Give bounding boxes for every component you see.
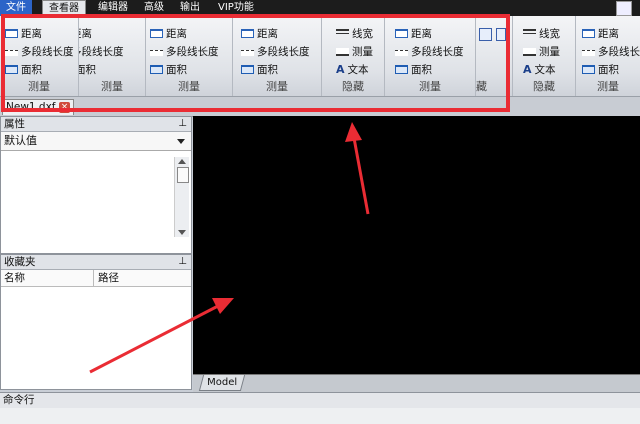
ribbon-group-hide-2: 线宽 测量 A 文本 隐藏 <box>513 16 576 96</box>
ribbon-group-measure-4: 距离 多段线长度 面积 测量 <box>233 16 322 96</box>
area-button[interactable]: 面积 <box>79 62 96 78</box>
area-button[interactable]: 面积 <box>150 62 187 78</box>
polyline-length-button[interactable]: 多段线长度 <box>241 44 310 60</box>
ribbon-group-measure-5: 距离 多段线长度 面积 测量 <box>385 16 476 96</box>
menu-tab-advanced[interactable]: 高级 <box>138 0 170 16</box>
scroll-up-icon[interactable] <box>178 159 186 164</box>
distance-icon <box>241 29 254 38</box>
chevron-down-icon <box>177 139 185 144</box>
menu-bar: 文件 查看器 编辑器 高级 输出 VIP功能 <box>0 0 640 16</box>
polyline-icon <box>150 50 163 56</box>
group-label: 测量 <box>419 80 441 93</box>
area-icon <box>5 65 18 74</box>
group-label: 隐藏 <box>342 80 364 93</box>
menu-tab-file[interactable]: 文件 <box>0 0 32 16</box>
polyline-length-button[interactable]: 多段线长度 <box>150 44 219 60</box>
ribbon: 距离 多段线长度 面积 测量 距离 多段线长度 面积 测量 距离 多段线长度 面… <box>0 16 640 97</box>
distance-icon <box>150 29 163 38</box>
ribbon-group-measure-3: 距离 多段线长度 面积 测量 <box>146 16 233 96</box>
close-icon[interactable]: × <box>59 102 70 113</box>
polyline-icon <box>395 50 408 56</box>
area-icon <box>582 65 595 74</box>
menu-tab-output[interactable]: 输出 <box>174 0 206 16</box>
hide-text-button[interactable]: A 文本 <box>523 62 556 78</box>
area-icon <box>150 65 163 74</box>
group-label: 测量 <box>597 80 619 93</box>
polyline-icon <box>5 50 18 56</box>
ribbon-group-hide-1: 线宽 测量 A 文本 隐藏 <box>322 16 385 96</box>
document-tab-label: New1.dxf <box>6 101 56 113</box>
distance-button[interactable]: 距离 <box>150 26 187 42</box>
document-tab[interactable]: New1.dxf × <box>2 99 74 115</box>
lineweight-icon <box>523 29 536 38</box>
distance-icon <box>582 29 595 38</box>
layout-tab-bar: Model <box>193 374 640 392</box>
menu-tab-vip[interactable]: VIP功能 <box>212 0 260 16</box>
favorites-panel: 收藏夹 ⊥ 名称 路径 <box>0 254 192 390</box>
area-icon <box>241 65 254 74</box>
distance-button[interactable]: 距离 <box>5 26 42 42</box>
group-label: 测量 <box>28 80 50 93</box>
ribbon-group-small: 藏 <box>476 16 513 96</box>
area-button[interactable]: 面积 <box>241 62 278 78</box>
group-label: 测量 <box>266 80 288 93</box>
hide-measure-button[interactable]: 测量 <box>336 44 373 60</box>
distance-button[interactable]: 距离 <box>395 26 432 42</box>
corner-doc-icon[interactable] <box>616 1 632 16</box>
text-icon: A <box>336 63 345 76</box>
area-button[interactable]: 面积 <box>582 62 619 78</box>
distance-icon <box>5 29 18 38</box>
pin-icon[interactable]: ⊥ <box>178 117 187 131</box>
favorites-title: 收藏夹 ⊥ <box>1 255 191 270</box>
drawing-canvas[interactable] <box>193 116 640 374</box>
text-icon: A <box>523 63 532 76</box>
status-bar <box>0 408 640 424</box>
distance-button[interactable]: 距离 <box>582 26 619 42</box>
area-icon <box>395 65 408 74</box>
area-button[interactable]: 面积 <box>395 62 432 78</box>
dimension-icon <box>523 48 536 56</box>
area-button[interactable]: 面积 <box>5 62 42 78</box>
document-tab-bar: New1.dxf × <box>0 97 640 117</box>
group-label: 藏 <box>476 80 487 93</box>
polyline-length-button[interactable]: 多段线长度 <box>5 44 74 60</box>
favorites-column-header: 名称 路径 <box>1 270 191 287</box>
menu-tab-viewer[interactable]: 查看器 <box>42 0 86 16</box>
properties-dropdown[interactable]: 默认值 <box>1 132 191 151</box>
polyline-length-button[interactable]: 多段线长度 <box>79 44 124 60</box>
ribbon-group-measure-2: 距离 多段线长度 面积 测量 <box>79 16 146 96</box>
lineweight-button[interactable]: 线宽 <box>523 26 560 42</box>
properties-panel: 属性 ⊥ 默认值 <box>0 116 192 254</box>
hide-text-button[interactable]: A 文本 <box>336 62 369 78</box>
properties-scrollbar[interactable] <box>174 157 189 237</box>
polyline-length-button[interactable]: 多段线长度 <box>582 44 640 60</box>
scroll-thumb[interactable] <box>177 167 189 183</box>
group-label: 测量 <box>101 80 123 93</box>
distance-button[interactable]: 距离 <box>241 26 278 42</box>
model-tab[interactable]: Model <box>198 375 246 391</box>
ribbon-group-measure-6: 距离 多段线长度 面积 测量 <box>576 16 640 96</box>
menu-tab-editor[interactable]: 编辑器 <box>92 0 134 16</box>
column-name[interactable]: 名称 <box>4 270 25 286</box>
hide-measure-button[interactable]: 测量 <box>523 44 560 60</box>
column-path[interactable]: 路径 <box>93 270 119 286</box>
group-label: 测量 <box>178 80 200 93</box>
polyline-icon <box>241 50 254 56</box>
scroll-down-icon[interactable] <box>178 230 186 235</box>
properties-title: 属性 ⊥ <box>1 117 191 132</box>
distance-icon <box>395 29 408 38</box>
polyline-icon <box>582 50 595 56</box>
polyline-length-button[interactable]: 多段线长度 <box>395 44 464 60</box>
refresh-icon[interactable] <box>496 28 506 41</box>
edit-icon[interactable] <box>479 28 492 41</box>
group-label: 隐藏 <box>533 80 555 93</box>
command-line[interactable]: 命令行 <box>0 392 640 409</box>
dimension-icon <box>336 48 349 56</box>
lineweight-icon <box>336 29 349 38</box>
ribbon-group-measure-1: 距离 多段线长度 面积 测量 <box>0 16 79 96</box>
lineweight-button[interactable]: 线宽 <box>336 26 373 42</box>
pin-icon[interactable]: ⊥ <box>178 255 187 269</box>
distance-button[interactable]: 距离 <box>79 26 92 42</box>
